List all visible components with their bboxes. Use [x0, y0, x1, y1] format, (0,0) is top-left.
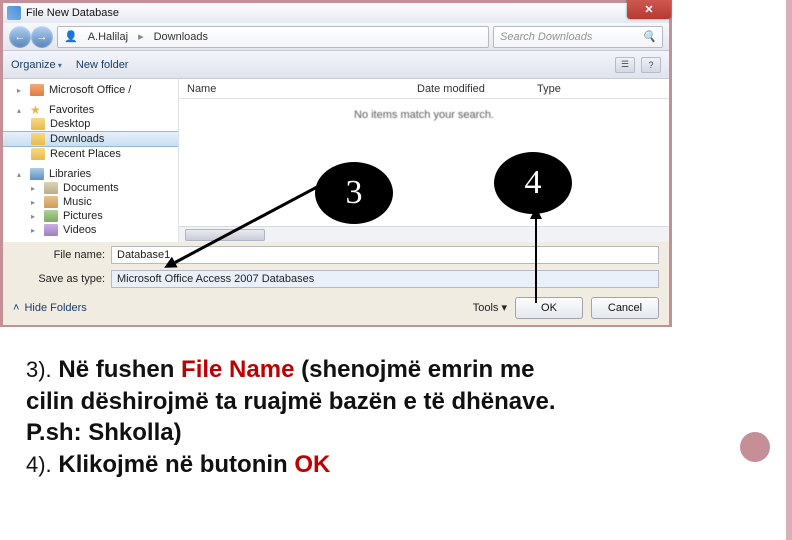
sidebar-item-label: Recent Places [50, 148, 121, 160]
titlebar: File New Database ✕ [3, 3, 669, 23]
pictures-icon [44, 210, 58, 222]
sidebar-item-label: Music [63, 196, 92, 208]
cancel-label: Cancel [608, 302, 642, 314]
breadcrumb[interactable]: 👤 A.Halilaj ▸ Downloads [57, 26, 489, 48]
save-dialog-screenshot: File New Database ✕ ← → 👤 A.Halilaj ▸ Do… [0, 0, 672, 327]
col-date[interactable]: Date modified [417, 83, 537, 95]
sidebar-item-office[interactable]: ▸Microsoft Office / [3, 83, 178, 97]
help-button[interactable]: ? [641, 57, 661, 73]
arrow-right-icon: → [37, 31, 48, 43]
text-segment: (shenojmë emrin me [301, 356, 534, 383]
annotation-circle-4: 4 [494, 152, 572, 214]
folder-icon [31, 118, 45, 130]
close-button[interactable]: ✕ [627, 0, 671, 19]
star-icon: ★ [30, 104, 44, 116]
toolbar: Organize New folder ☰ ? [3, 51, 669, 79]
sidebar: ▸Microsoft Office / ▴★Favorites Desktop … [3, 79, 179, 242]
sidebar-item-music[interactable]: ▸Music [3, 195, 178, 209]
horizontal-scrollbar[interactable] [179, 226, 669, 242]
col-type[interactable]: Type [537, 83, 617, 95]
step-number-4: 4). [26, 452, 52, 477]
organize-menu[interactable]: Organize [11, 59, 62, 71]
office-icon [30, 84, 44, 96]
libraries-icon [30, 168, 44, 180]
address-bar: ← → 👤 A.Halilaj ▸ Downloads Search Downl… [3, 23, 669, 51]
user-icon: 👤 [64, 30, 78, 43]
back-button[interactable]: ← [9, 26, 31, 48]
empty-message: No items match your search. [179, 99, 669, 226]
sidebar-item-label: Favorites [49, 104, 94, 116]
file-name-value: Database1 [117, 249, 170, 261]
sidebar-item-favorites[interactable]: ▴★Favorites [3, 103, 178, 117]
save-as-type-select[interactable]: Microsoft Office Access 2007 Databases [111, 270, 659, 288]
chevron-right-icon: ▸ [138, 30, 144, 43]
file-list-pane: Name Date modified Type No items match y… [179, 79, 669, 242]
col-name[interactable]: Name [187, 83, 417, 95]
ok-button[interactable]: OK [515, 297, 583, 319]
sidebar-item-label: Pictures [63, 210, 103, 222]
folder-icon [31, 148, 45, 160]
search-icon: 🔍 [642, 30, 656, 43]
sidebar-item-libraries[interactable]: ▴Libraries [3, 167, 178, 181]
sidebar-item-desktop[interactable]: Desktop [3, 117, 178, 131]
column-headers: Name Date modified Type [179, 79, 669, 99]
new-folder-button[interactable]: New folder [76, 59, 129, 71]
annotation-circle-3: 3 [315, 162, 393, 224]
sidebar-item-recent[interactable]: Recent Places [3, 147, 178, 161]
ok-label: OK [541, 302, 557, 314]
dialog-bottom-bar: ˄ Hide Folders Tools ▾ OK Cancel [3, 290, 669, 325]
sidebar-item-videos[interactable]: ▸Videos [3, 223, 178, 237]
sidebar-item-label: Documents [63, 182, 119, 194]
file-name-input[interactable]: Database1 [111, 246, 659, 264]
text-segment: P.sh: Shkolla) [26, 419, 182, 446]
text-segment: cilin dëshirojmë ta ruajmë bazën e të dh… [26, 388, 556, 415]
view-mode-button[interactable]: ☰ [615, 57, 635, 73]
save-as-type-label: Save as type: [13, 273, 105, 285]
file-name-row: File name: Database1 [3, 244, 669, 266]
annotation-arrow-4 [535, 219, 537, 303]
chevron-up-icon: ˄ [13, 302, 19, 314]
sidebar-item-documents[interactable]: ▸Documents [3, 181, 178, 195]
step-number-3: 3). [26, 357, 52, 382]
close-icon: ✕ [644, 3, 653, 16]
sidebar-item-label: Desktop [50, 118, 90, 130]
sidebar-item-label: Downloads [50, 133, 104, 145]
save-as-type-value: Microsoft Office Access 2007 Databases [117, 273, 314, 285]
text-segment: Klikojmë në butonin [58, 451, 287, 478]
file-name-label: File name: [13, 249, 105, 261]
sidebar-item-pictures[interactable]: ▸Pictures [3, 209, 178, 223]
sidebar-item-label: Libraries [49, 168, 91, 180]
text-segment: Në fushen [58, 356, 174, 383]
save-as-type-row: Save as type: Microsoft Office Access 20… [3, 268, 669, 290]
tools-menu[interactable]: Tools ▾ [473, 301, 507, 314]
dialog-title: File New Database [26, 7, 119, 19]
sidebar-item-label: Videos [63, 224, 96, 236]
arrow-left-icon: ← [15, 31, 26, 43]
hide-folders-label: Hide Folders [24, 302, 86, 314]
app-icon [7, 6, 21, 20]
instruction-text: 3). Në fushen File Name (shenojmë emrin … [26, 354, 760, 481]
sidebar-item-label: Microsoft Office / [49, 84, 131, 96]
folder-icon [31, 133, 45, 145]
slide-right-border [786, 0, 792, 540]
search-input[interactable]: Search Downloads 🔍 [493, 26, 663, 48]
forward-button[interactable]: → [31, 26, 53, 48]
path-seg-user: A.Halilaj [88, 31, 128, 43]
ok-term: OK [294, 451, 330, 478]
hide-folders-button[interactable]: ˄ Hide Folders [13, 302, 87, 314]
file-name-term: File Name [181, 356, 294, 383]
tools-label: Tools [473, 302, 499, 314]
decorative-dot [740, 432, 770, 462]
music-icon [44, 196, 58, 208]
videos-icon [44, 224, 58, 236]
cancel-button[interactable]: Cancel [591, 297, 659, 319]
path-seg-folder: Downloads [154, 31, 208, 43]
nav-arrows: ← → [9, 26, 53, 48]
search-placeholder: Search Downloads [500, 31, 592, 43]
sidebar-item-downloads[interactable]: Downloads [3, 131, 178, 147]
documents-icon [44, 182, 58, 194]
